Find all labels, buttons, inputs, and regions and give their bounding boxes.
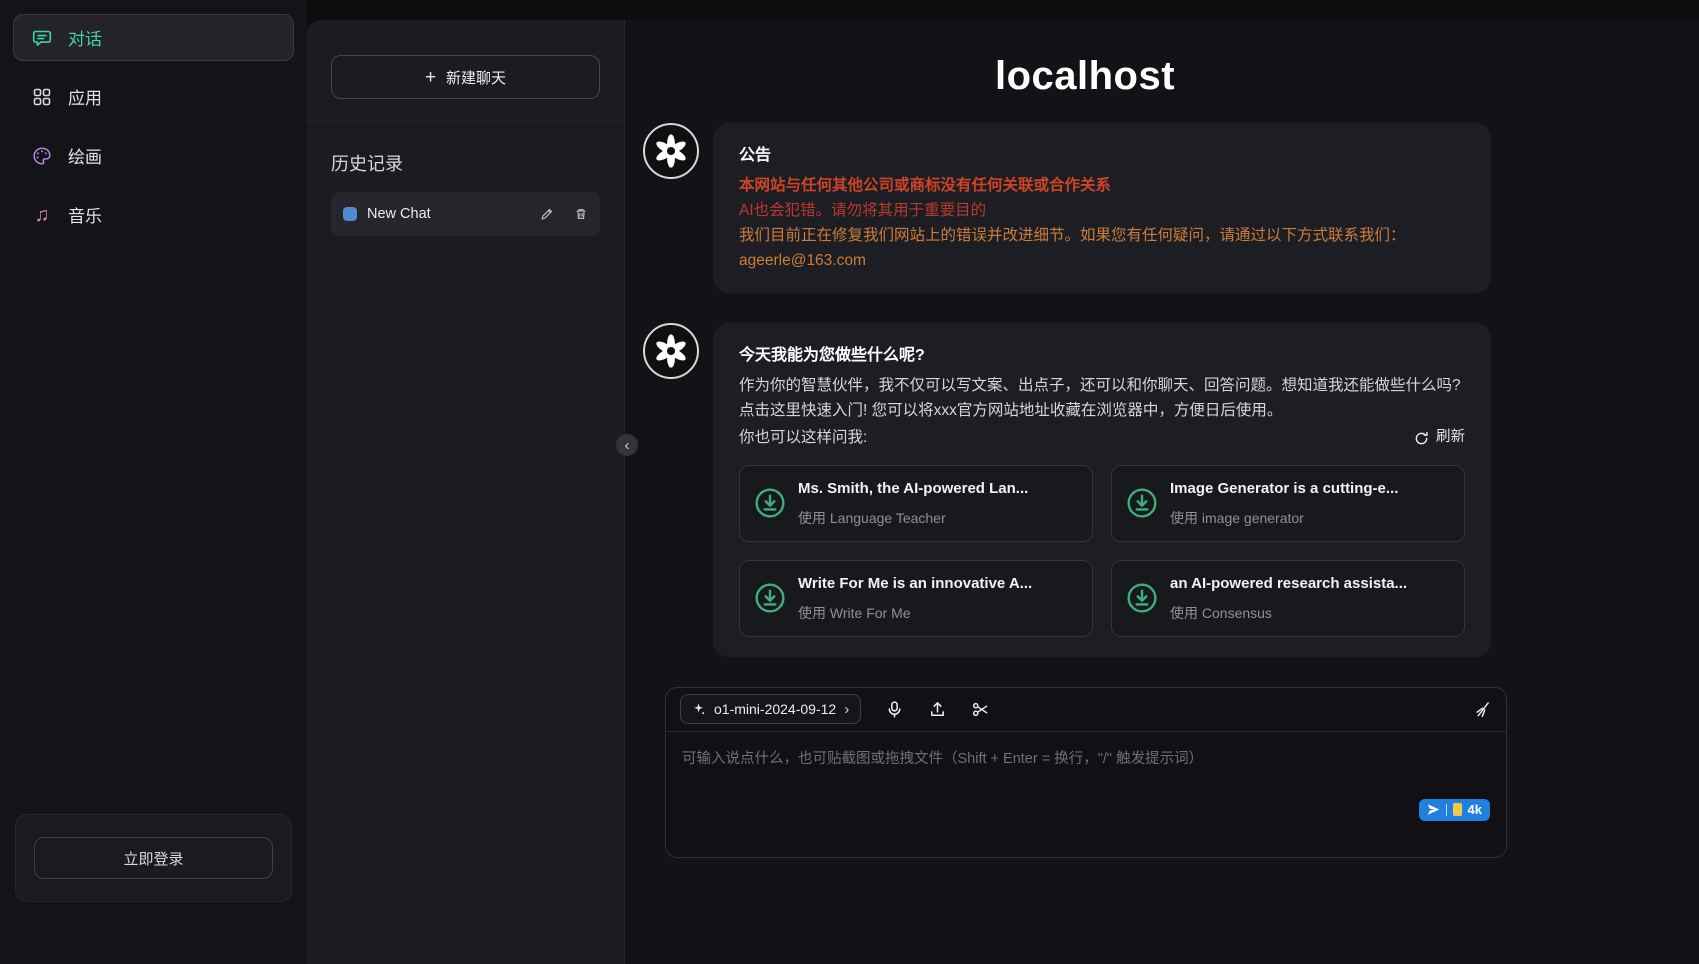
collapse-sidebar-button[interactable]: ‹: [616, 434, 638, 456]
sidebar-spacer: [13, 250, 294, 814]
suggestion-subtitle: 使用 Write For Me: [798, 602, 1032, 625]
suggestion-subtitle: 使用 Language Teacher: [798, 507, 1028, 530]
chat-list-panel: + 新建聊天 历史记录 New Chat: [307, 20, 625, 964]
download-circle-icon: [1126, 582, 1158, 614]
main-column: localhost: [643, 20, 1527, 858]
chevron-right-icon: ›: [844, 701, 849, 718]
delete-conversation-icon[interactable]: [574, 207, 588, 221]
assistant-avatar: [643, 123, 699, 179]
announcement-bubble: 公告 本网站与任何其他公司或商标没有任何关联或合作关系 AI也会犯错。请勿将其用…: [713, 123, 1491, 293]
model-selector-label: o1-mini-2024-09-12: [714, 701, 836, 717]
login-button[interactable]: 立即登录: [34, 837, 273, 879]
assistant-avatar: [643, 323, 699, 379]
sidebar-item-label: 绘画: [68, 143, 102, 168]
badge-divider: [1446, 804, 1447, 816]
announcement-title: 公告: [739, 143, 1465, 169]
sidebar-login-panel: 立即登录: [15, 814, 292, 902]
composer: o1-mini-2024-09-12 ›: [665, 687, 1507, 858]
edit-conversation-icon[interactable]: [540, 207, 554, 221]
sidebar: 对话 应用: [0, 0, 307, 964]
sidebar-item-apps[interactable]: 应用: [13, 73, 294, 120]
conversation-color-icon: [343, 207, 357, 221]
suggestion-card[interactable]: Image Generator is a cutting-e... 使用 ima…: [1111, 465, 1465, 542]
send-button[interactable]: 4k: [1419, 799, 1490, 821]
new-chat-label: 新建聊天: [446, 67, 506, 88]
download-circle-icon: [754, 487, 786, 519]
sparkle-icon: [692, 702, 706, 716]
music-note-icon: ♫: [32, 205, 52, 225]
microphone-icon[interactable]: [885, 700, 904, 719]
suggestion-card[interactable]: Ms. Smith, the AI-powered Lan... 使用 Lang…: [739, 465, 1093, 542]
openai-flower-icon: [653, 333, 689, 369]
apps-grid-icon: [32, 87, 52, 107]
composer-input-area: [666, 732, 1506, 857]
sidebar-item-music[interactable]: ♫ 音乐: [13, 191, 294, 238]
ask-hint-row: 你也可以这样问我: 刷新: [739, 425, 1465, 450]
announcement-line-2: AI也会犯错。请勿将其用于重要目的: [739, 198, 1465, 223]
app-root: 对话 应用: [0, 0, 1699, 964]
plus-icon: +: [425, 68, 436, 87]
history-heading: 历史记录: [331, 150, 600, 176]
composer-toolbar: o1-mini-2024-09-12 ›: [666, 688, 1506, 732]
conversation-list-item[interactable]: New Chat: [331, 192, 600, 236]
content-wrapper: + 新建聊天 历史记录 New Chat: [307, 20, 1699, 964]
suggestion-subtitle: 使用 Consensus: [1170, 602, 1407, 625]
message-welcome: 今天我能为您做些什么呢? 作为你的智慧伙伴，我不仅可以写文案、出点子，还可以和你…: [643, 323, 1527, 656]
welcome-title: 今天我能为您做些什么呢?: [739, 343, 1465, 369]
upload-icon[interactable]: [928, 700, 947, 719]
chevron-left-icon: ‹: [625, 437, 630, 454]
announcement-line-3: 我们目前正在修复我们网站上的错误并改进细节。如果您有任何疑问，请通过以下方式联系…: [739, 223, 1465, 248]
message-input[interactable]: [666, 732, 1506, 852]
token-count: 4k: [1468, 802, 1482, 817]
model-selector-button[interactable]: o1-mini-2024-09-12 ›: [680, 694, 861, 724]
chat-list-header: + 新建聊天: [307, 20, 624, 122]
suggestion-title: Image Generator is a cutting-e...: [1170, 477, 1398, 501]
welcome-bubble: 今天我能为您做些什么呢? 作为你的智慧伙伴，我不仅可以写文案、出点子，还可以和你…: [713, 323, 1491, 656]
download-circle-icon: [754, 582, 786, 614]
new-chat-button[interactable]: + 新建聊天: [331, 55, 600, 99]
refresh-icon: [1414, 431, 1429, 446]
suggestion-subtitle: 使用 image generator: [1170, 507, 1398, 530]
download-circle-icon: [1126, 487, 1158, 519]
sidebar-item-chat[interactable]: 对话: [13, 14, 294, 61]
palette-icon: [32, 146, 52, 166]
suggestion-title: an AI-powered research assista...: [1170, 572, 1407, 596]
refresh-suggestions-button[interactable]: 刷新: [1414, 426, 1465, 449]
suggestion-grid: Ms. Smith, the AI-powered Lan... 使用 Lang…: [739, 465, 1465, 637]
suggestion-title: Ms. Smith, the AI-powered Lan...: [798, 477, 1028, 501]
message-announcement: 公告 本网站与任何其他公司或商标没有任何关联或合作关系 AI也会犯错。请勿将其用…: [643, 123, 1527, 293]
sidebar-item-label: 对话: [68, 25, 102, 50]
conversation-title: New Chat: [367, 206, 530, 222]
sidebar-item-label: 音乐: [68, 202, 102, 227]
suggestion-card[interactable]: Write For Me is an innovative A... 使用 Wr…: [739, 560, 1093, 637]
scissors-icon[interactable]: [971, 700, 990, 719]
sidebar-item-drawing[interactable]: 绘画: [13, 132, 294, 179]
openai-flower-icon: [653, 133, 689, 169]
page-title: localhost: [643, 54, 1527, 99]
token-chip-icon: [1453, 803, 1462, 816]
suggestion-card[interactable]: an AI-powered research assista... 使用 Con…: [1111, 560, 1465, 637]
sidebar-item-label: 应用: [68, 84, 102, 109]
welcome-body: 作为你的智慧伙伴，我不仅可以写文案、出点子，还可以和你聊天、回答问题。想知道我还…: [739, 373, 1465, 423]
refresh-label: 刷新: [1436, 426, 1465, 449]
send-plane-icon: [1427, 803, 1440, 816]
ask-hint-text: 你也可以这样问我:: [739, 425, 867, 450]
clear-context-broom-icon[interactable]: [1473, 700, 1492, 719]
suggestion-title: Write For Me is an innovative A...: [798, 572, 1032, 596]
main-chat-area: localhost: [625, 20, 1699, 964]
contact-email-link[interactable]: ageerle@163.com: [739, 248, 1465, 273]
announcement-line-1: 本网站与任何其他公司或商标没有任何关联或合作关系: [739, 173, 1465, 198]
chat-bubble-icon: [32, 28, 52, 48]
